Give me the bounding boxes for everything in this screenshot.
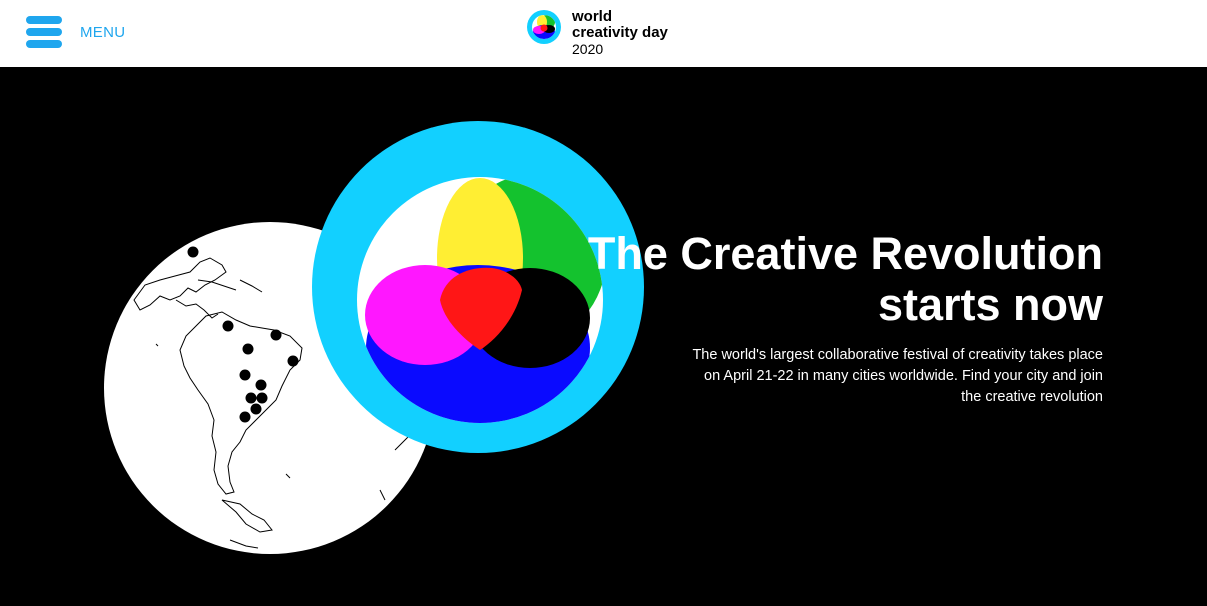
- hero-title: The Creative Revolution starts now: [587, 228, 1103, 330]
- menu-label[interactable]: MENU: [80, 24, 125, 41]
- hero-description: The world's largest collaborative festiv…: [692, 347, 1103, 405]
- site-logo[interactable]: world creativity day 2020: [527, 9, 668, 57]
- logo-line-world: world: [572, 8, 612, 25]
- logo-line-creativity-day: creativity day: [572, 24, 668, 41]
- logo-line-year: 2020: [572, 41, 604, 57]
- world-creativity-day-logo-icon: [527, 10, 561, 44]
- logo-wordmark: world creativity day 2020: [572, 8, 668, 58]
- hero-illustration: [104, 121, 644, 554]
- site-header: MENU world creativity day 2020: [0, 0, 1207, 67]
- hamburger-menu-icon[interactable]: [26, 16, 62, 48]
- menu-button[interactable]: MENU: [26, 16, 125, 48]
